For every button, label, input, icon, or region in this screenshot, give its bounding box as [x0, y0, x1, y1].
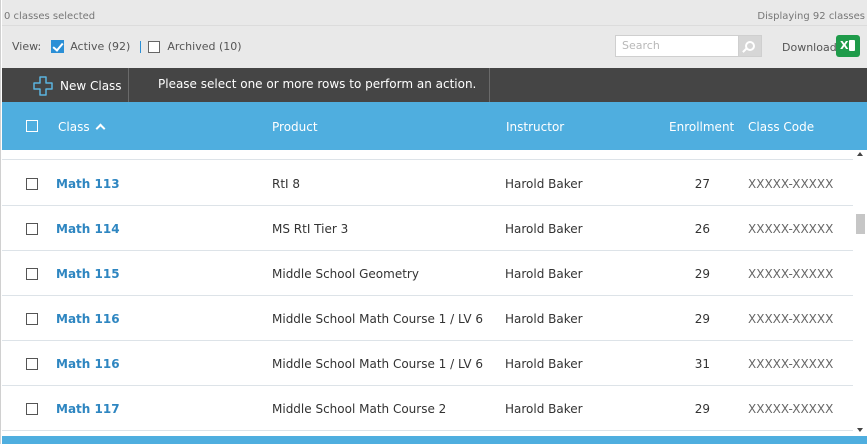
instructor-cell: Harold Baker — [505, 402, 583, 416]
download-label[interactable]: Download — [782, 41, 837, 54]
class-code-cell: XXXXX-XXXXX — [748, 267, 834, 281]
filter-separator — [140, 40, 142, 53]
toolbar: 0 classes selected Displaying 92 classes… — [2, 0, 867, 68]
table-row[interactable]: Math 117 Middle School Math Course 2 Har… — [2, 386, 853, 431]
enrollment-cell: 26 — [694, 222, 710, 236]
column-header-enrollment[interactable]: Enrollment — [669, 120, 734, 134]
class-code-cell: XXXXX-XXXXX — [748, 402, 834, 416]
archived-filter-label[interactable]: Archived (10) — [167, 40, 241, 53]
view-label: View: — [12, 40, 42, 53]
active-filter-label[interactable]: Active (92) — [70, 40, 130, 53]
active-checkbox[interactable] — [51, 40, 65, 53]
product-cell: Middle School Math Course 2 — [272, 402, 447, 416]
class-link[interactable]: Math 116 — [56, 357, 120, 371]
table-row[interactable]: Math 115 Middle School Geometry Harold B… — [2, 251, 853, 296]
row-checkbox[interactable] — [26, 178, 38, 190]
class-link[interactable]: Math 115 — [56, 267, 120, 281]
action-divider — [489, 68, 490, 102]
action-divider — [128, 68, 129, 102]
archived-checkbox[interactable] — [148, 40, 161, 53]
column-header-product[interactable]: Product — [272, 120, 318, 134]
row-checkbox[interactable] — [26, 268, 38, 280]
table-header: Class Product Instructor Enrollment Clas… — [2, 102, 867, 150]
select-all-checkbox[interactable] — [26, 120, 38, 132]
instructor-cell: Harold Baker — [505, 267, 583, 281]
selection-count: 0 classes selected — [4, 11, 96, 22]
product-cell: Middle School Math Course 1 / LV 6 — [272, 312, 483, 326]
table-row[interactable]: Math 116 Middle School Math Course 1 / L… — [2, 296, 853, 341]
row-checkbox[interactable] — [26, 313, 38, 325]
enrollment-cell: 29 — [694, 267, 710, 281]
instructor-cell: Harold Baker — [505, 357, 583, 371]
product-cell: Middle School Math Course 1 / LV 6 — [272, 357, 483, 371]
enrollment-cell: 29 — [694, 402, 710, 416]
displaying-count: Displaying 92 classes — [757, 11, 865, 22]
enrollment-cell: 29 — [694, 312, 710, 326]
plus-icon — [33, 76, 53, 99]
sort-ascending-icon — [95, 123, 106, 134]
instructor-cell: Harold Baker — [505, 312, 583, 326]
class-list-panel: 0 classes selected Displaying 92 classes… — [0, 0, 867, 444]
search-button[interactable] — [738, 35, 762, 57]
search-icon — [745, 41, 755, 51]
toolbar-divider — [2, 25, 867, 26]
class-link[interactable]: Math 114 — [56, 222, 120, 236]
class-code-cell: XXXXX-XXXXX — [748, 357, 834, 371]
class-link[interactable]: Math 116 — [56, 312, 120, 326]
excel-icon[interactable] — [836, 35, 860, 57]
column-class-label: Class — [58, 120, 90, 134]
view-filter: View: Active (92) Archived (10) — [12, 40, 242, 53]
table-row[interactable]: Math 116 Middle School Math Course 1 / L… — [2, 341, 853, 386]
column-header-instructor[interactable]: Instructor — [506, 120, 564, 134]
class-link[interactable]: Math 117 — [56, 402, 120, 416]
enrollment-cell: 31 — [694, 357, 710, 371]
table-row-partial — [2, 150, 853, 160]
table-row[interactable]: Math 114 MS RtI Tier 3 Harold Baker 26 X… — [2, 206, 853, 251]
class-link[interactable]: Math 113 — [56, 177, 120, 191]
table-body: Math 113 RtI 8 Harold Baker 27 XXXXX-XXX… — [2, 150, 853, 436]
vertical-scrollbar[interactable] — [853, 150, 867, 436]
column-header-class-code[interactable]: Class Code — [748, 120, 814, 134]
new-class-button[interactable]: New Class — [2, 68, 128, 102]
product-cell: MS RtI Tier 3 — [272, 222, 349, 236]
instructor-cell: Harold Baker — [505, 177, 583, 191]
table-footer — [2, 436, 867, 444]
new-class-label: New Class — [60, 79, 122, 93]
class-code-cell: XXXXX-XXXXX — [748, 222, 834, 236]
product-cell: Middle School Geometry — [272, 267, 419, 281]
instructor-cell: Harold Baker — [505, 222, 583, 236]
row-checkbox[interactable] — [26, 223, 38, 235]
row-checkbox[interactable] — [26, 403, 38, 415]
column-header-class[interactable]: Class — [58, 120, 106, 134]
search-input[interactable]: Search — [615, 35, 738, 57]
scroll-down-icon[interactable] — [857, 428, 863, 432]
scroll-up-icon[interactable] — [857, 152, 863, 156]
action-message: Please select one or more rows to perfor… — [158, 77, 477, 91]
class-code-cell: XXXXX-XXXXX — [748, 177, 834, 191]
enrollment-cell: 27 — [694, 177, 710, 191]
class-code-cell: XXXXX-XXXXX — [748, 312, 834, 326]
table-row[interactable]: Math 113 RtI 8 Harold Baker 27 XXXXX-XXX… — [2, 161, 853, 206]
action-bar: New Class Please select one or more rows… — [2, 68, 867, 102]
scrollbar-thumb[interactable] — [856, 214, 865, 234]
product-cell: RtI 8 — [272, 177, 301, 191]
row-checkbox[interactable] — [26, 358, 38, 370]
